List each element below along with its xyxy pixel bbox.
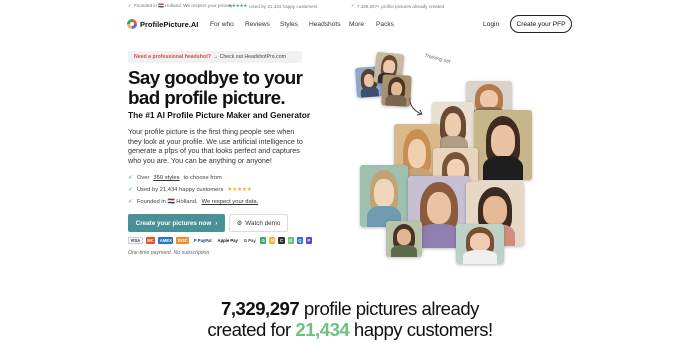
nav-link-for-who[interactable]: For who (210, 21, 234, 28)
styles-pre: Over (136, 175, 150, 181)
curved-arrow-icon (409, 97, 423, 116)
amex-icon: AMEX (158, 237, 174, 244)
nav-link-styles[interactable]: Styles (280, 21, 298, 28)
check-icon: ✓ (128, 3, 132, 8)
paypal-icon: P PayPal (193, 238, 212, 243)
payment-icon-n: N (269, 237, 276, 244)
info-customers: ★★★★★ Used by 21,434 happy customers (228, 3, 318, 9)
generated-portrait (360, 165, 408, 227)
payment-icon-g: G (260, 237, 267, 244)
nav-link-more[interactable]: More (349, 21, 364, 28)
logo-icon (127, 19, 137, 29)
styles-link[interactable]: 350 styles (153, 175, 179, 181)
founded-text: Founded in 🇳🇱 Holland. (136, 199, 198, 205)
nav-link-headshots[interactable]: Headshots (309, 21, 341, 28)
discover-icon: DISC (176, 237, 190, 244)
hero-subtitle: The #1 AI Profile Picture Maker and Gene… (128, 110, 311, 120)
promo-highlight: Need a professional headshot? (134, 54, 211, 60)
feature-customers: ✓ Used by 21,434 happy customers ★★★★★ (128, 184, 258, 196)
google-pay-icon: G Pay (243, 238, 256, 243)
nav-link-reviews[interactable]: Reviews (245, 21, 270, 28)
stats-text-1: profile pictures already (303, 298, 480, 319)
generated-portrait (386, 221, 422, 257)
stats-text-2: created for (207, 319, 291, 340)
check-icon: ✓ (128, 175, 133, 181)
generated-portrait (474, 110, 532, 180)
check-icon: ✓ (128, 199, 133, 205)
info-pictures: ✓ 7,329,297+ profile pictures already cr… (351, 3, 444, 9)
styles-post: to choose from (183, 175, 222, 181)
feature-styles: ✓ Over 350 styles to choose from (128, 172, 258, 184)
payment-icon-g2: G (287, 237, 294, 244)
respect-data-link[interactable]: We respect your data. (202, 199, 259, 205)
demo-label: Watch demo (245, 219, 281, 227)
headshot-promo-banner[interactable]: Need a professional headshot? → Check ou… (128, 51, 302, 63)
feature-founded: ✓ Founded in 🇳🇱 Holland. We respect your… (128, 196, 258, 208)
stats-line-1: 7,329,297 profile pictures already (0, 298, 700, 319)
brand-logo[interactable]: ProfilePicture.AI (127, 19, 198, 29)
payment-icon-c: C (278, 237, 285, 244)
hero-title: Say goodbye to your bad profile picture. (128, 67, 303, 108)
customers-count: 21,434 (295, 319, 350, 340)
mastercard-icon: MC (145, 237, 156, 244)
login-link[interactable]: Login (483, 21, 499, 28)
hero-description: Your profile picture is the first thing … (128, 127, 303, 165)
check-icon: ✓ (128, 187, 133, 193)
payment-note: One-time payment. No subscription. (128, 250, 211, 256)
brand-name: ProfilePicture.AI (140, 19, 199, 29)
gear-icon: ⚙ (236, 219, 243, 227)
stars-icon: ★★★★★ (227, 187, 252, 193)
main-nav: ProfilePicture.AI For who Reviews Styles… (0, 12, 700, 38)
generated-portrait (456, 224, 504, 264)
stats-headline: 7,329,297 profile pictures already creat… (0, 298, 700, 340)
info-founded-text: Founded in 🇳🇱 Holland. We respect your p… (133, 3, 234, 8)
payment-methods: VISA MC AMEX DISC P PayPal Apple Pay G P… (128, 237, 312, 244)
feature-list: ✓ Over 350 styles to choose from ✓ Used … (128, 172, 258, 208)
watch-demo-button[interactable]: ⚙ Watch demo (229, 214, 288, 232)
promo-text: → Check out HeadshotPro.com (212, 54, 286, 60)
chevron-right-icon: › (215, 219, 218, 227)
apple-pay-icon: Apple Pay (217, 238, 238, 243)
check-icon: ✓ (351, 3, 355, 8)
cta-label: Create your pictures now (135, 219, 212, 227)
payment-icon-q: Q (296, 237, 304, 244)
visa-icon: VISA (128, 237, 143, 244)
stats-line-2: created for 21,434 happy customers! (0, 319, 700, 340)
top-info-bar: ✓ Founded in 🇳🇱 Holland. We respect your… (0, 0, 700, 12)
pictures-count: 7,329,297 (221, 298, 300, 319)
stats-text-3: happy customers! (353, 319, 493, 340)
nav-link-packs[interactable]: Packs (376, 21, 394, 28)
training-set-label: Training set (423, 52, 452, 66)
stars-icon: ★★★★★ (228, 3, 248, 8)
customers-text: Used by 21,434 happy customers (136, 187, 224, 193)
payment-icon-p: P (306, 237, 312, 244)
create-pictures-button[interactable]: Create your pictures now › (128, 214, 225, 232)
create-pfp-button[interactable]: Create your PFP (510, 15, 572, 33)
info-customers-text: Used by 21,434 happy customers (249, 3, 318, 9)
info-founded: ✓ Founded in 🇳🇱 Holland. We respect your… (128, 3, 233, 9)
info-pictures-text: 7,329,297+ profile pictures already crea… (356, 3, 445, 9)
